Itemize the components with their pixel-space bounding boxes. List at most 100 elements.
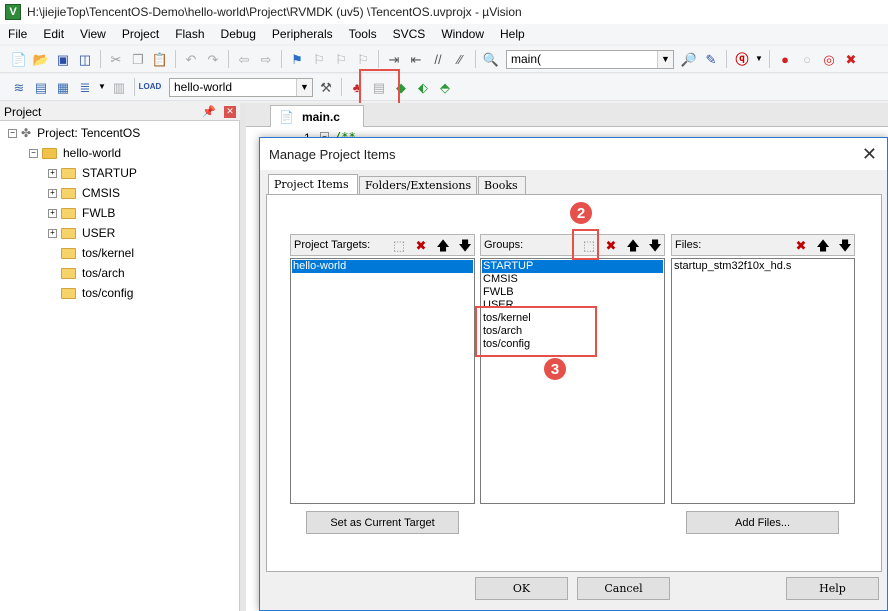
debug-session-icon[interactable]: ⓠ — [733, 50, 751, 68]
expand-icon[interactable]: + — [48, 228, 57, 238]
toolbar-separator — [341, 78, 342, 96]
tree-group[interactable]: + STARTUP — [48, 163, 137, 183]
list-item[interactable]: hello-world — [292, 260, 473, 273]
disable-breakpoint-icon[interactable]: ○ — [798, 50, 816, 68]
find-in-files-icon[interactable]: 🔍 — [482, 50, 500, 68]
rebuild-icon[interactable]: ▦ — [54, 78, 72, 96]
menu-debug[interactable]: Debug — [213, 24, 264, 44]
redo-icon[interactable]: ↷ — [204, 50, 222, 68]
move-down-icon[interactable]: 🡇 — [836, 236, 854, 254]
find-icon[interactable]: 🔎 — [680, 50, 698, 68]
build-icon[interactable]: ▤ — [32, 78, 50, 96]
menu-file[interactable]: File — [0, 24, 35, 44]
menu-window[interactable]: Window — [433, 24, 492, 44]
close-icon[interactable]: ✕ — [862, 144, 877, 165]
menu-svcs[interactable]: SVCS — [385, 24, 434, 44]
rte-components-icon[interactable]: ⬘ — [436, 78, 454, 96]
chevron-down-icon[interactable]: ▼ — [755, 50, 763, 68]
close-icon[interactable]: ✕ — [224, 105, 236, 118]
target-combo[interactable]: hello-world ▼ — [169, 77, 313, 97]
tab-main-c[interactable]: 📄 main.c — [270, 105, 364, 127]
cut-icon[interactable]: ✂ — [107, 50, 125, 68]
move-up-icon[interactable]: 🡅 — [434, 236, 452, 254]
stop-build-icon[interactable]: ▥ — [110, 78, 128, 96]
kill-all-breakpoints-icon[interactable]: ✖ — [842, 50, 860, 68]
breakpoint-icon[interactable]: ● — [776, 50, 794, 68]
project-panel-title: Project — [4, 104, 42, 119]
expand-icon[interactable]: + — [48, 188, 57, 198]
translate-icon[interactable]: ≋ — [10, 78, 28, 96]
clear-bookmarks-icon[interactable]: ⚐ — [354, 50, 372, 68]
tree-group[interactable]: tos/config — [61, 283, 133, 303]
new-target-icon[interactable]: ⬚ — [390, 236, 408, 254]
target-options-icon[interactable]: ⚒ — [317, 78, 335, 96]
tree-group[interactable]: tos/kernel — [61, 243, 134, 263]
cancel-button[interactable]: Cancel — [577, 577, 670, 600]
bookmark-icon[interactable]: ⚑ — [288, 50, 306, 68]
comment-icon[interactable]: // — [429, 50, 447, 68]
indent-icon[interactable]: ⇥ — [385, 50, 403, 68]
collapse-icon[interactable]: − — [8, 128, 17, 138]
new-file-icon[interactable]: 📄 — [10, 50, 28, 68]
find-combo[interactable]: main( ▼ — [506, 49, 674, 69]
ok-button[interactable]: OK — [475, 577, 568, 600]
move-down-icon[interactable]: 🡇 — [646, 236, 664, 254]
menu-flash[interactable]: Flash — [167, 24, 212, 44]
tab-project-items[interactable]: Project Items — [268, 174, 358, 194]
copy-icon[interactable]: ❐ — [129, 50, 147, 68]
menu-project[interactable]: Project — [114, 24, 167, 44]
download-icon[interactable]: LOAD — [139, 78, 162, 96]
groups-label: Groups: — [484, 239, 524, 251]
list-item[interactable]: STARTUP — [482, 260, 663, 273]
chevron-down-icon[interactable]: ▼ — [296, 78, 312, 96]
pin-icon[interactable]: 📌 — [202, 105, 216, 118]
delete-file-icon[interactable]: ✖ — [792, 236, 810, 254]
undo-icon[interactable]: ↶ — [182, 50, 200, 68]
add-files-button[interactable]: Add Files... — [686, 511, 839, 534]
tree-label: tos/kernel — [82, 246, 135, 260]
menu-tools[interactable]: Tools — [341, 24, 385, 44]
menu-peripherals[interactable]: Peripherals — [264, 24, 341, 44]
nav-back-icon[interactable]: ⇦ — [235, 50, 253, 68]
prev-bookmark-icon[interactable]: ⚐ — [310, 50, 328, 68]
unindent-icon[interactable]: ⇤ — [407, 50, 425, 68]
set-current-target-button[interactable]: Set as Current Target — [306, 511, 459, 534]
tab-books[interactable]: Books — [478, 176, 526, 194]
incremental-find-icon[interactable]: ✎ — [702, 50, 720, 68]
delete-group-icon[interactable]: ✖ — [602, 236, 620, 254]
move-down-icon[interactable]: 🡇 — [456, 236, 474, 254]
tree-target[interactable]: − hello-world — [29, 143, 121, 163]
expand-icon[interactable]: + — [48, 208, 57, 218]
tab-folders-extensions[interactable]: Folders/Extensions — [359, 176, 477, 194]
help-button[interactable]: Help — [786, 577, 879, 600]
folder-icon — [61, 207, 76, 219]
menu-help[interactable]: Help — [492, 24, 533, 44]
list-item[interactable]: CMSIS — [482, 273, 663, 286]
uncomment-icon[interactable]: ⁄⁄ — [451, 50, 469, 68]
open-file-icon[interactable]: 📂 — [32, 50, 50, 68]
save-icon[interactable]: ▣ — [54, 50, 72, 68]
chevron-down-icon[interactable]: ▼ — [657, 50, 673, 68]
collapse-icon[interactable]: − — [29, 148, 38, 158]
paste-icon[interactable]: 📋 — [151, 50, 169, 68]
tree-group[interactable]: + USER — [48, 223, 115, 243]
move-up-icon[interactable]: 🡅 — [814, 236, 832, 254]
tree-project-root[interactable]: − ✤ Project: TencentOS — [8, 123, 140, 143]
list-item[interactable]: FWLB — [482, 286, 663, 299]
save-all-icon[interactable]: ◫ — [76, 50, 94, 68]
menu-view[interactable]: View — [72, 24, 114, 44]
delete-target-icon[interactable]: ✖ — [412, 236, 430, 254]
tree-group[interactable]: tos/arch — [61, 263, 125, 283]
tree-group[interactable]: + FWLB — [48, 203, 115, 223]
nav-forward-icon[interactable]: ⇨ — [257, 50, 275, 68]
chevron-down-icon[interactable]: ▼ — [98, 78, 106, 96]
expand-icon[interactable]: + — [48, 168, 57, 178]
list-item[interactable]: startup_stm32f10x_hd.s — [673, 260, 853, 273]
kill-breakpoints-icon[interactable]: ◎ — [820, 50, 838, 68]
next-bookmark-icon[interactable]: ⚐ — [332, 50, 350, 68]
move-up-icon[interactable]: 🡅 — [624, 236, 642, 254]
tree-group[interactable]: + CMSIS — [48, 183, 120, 203]
batch-build-icon[interactable]: ≣ — [76, 78, 94, 96]
manage-rte-icon[interactable]: ⬖ — [414, 78, 432, 96]
menu-edit[interactable]: Edit — [35, 24, 72, 44]
